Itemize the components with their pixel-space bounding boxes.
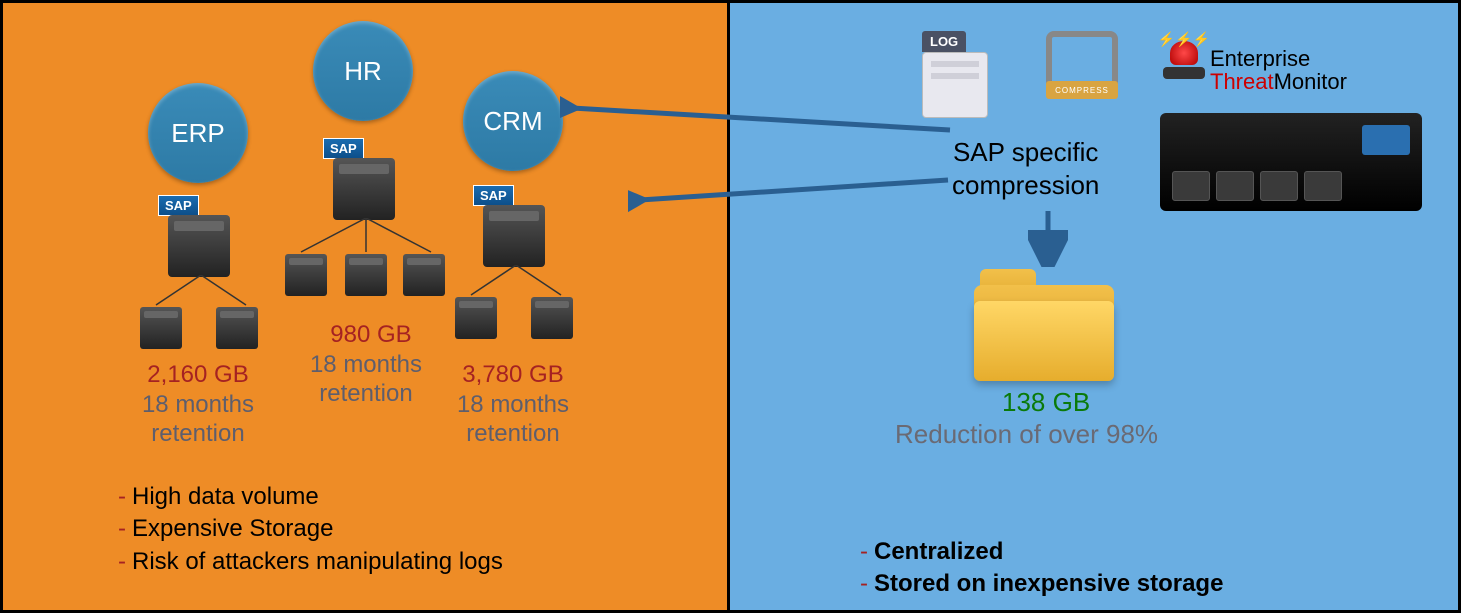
size-erp: 2,160 GB — [128, 361, 268, 389]
right-bullets: -Centralized -Stored on inexpensive stor… — [860, 536, 1223, 601]
server-icon — [483, 205, 545, 267]
server-small-icon — [345, 254, 387, 296]
right-bullet-1: -Centralized — [860, 536, 1223, 568]
server-small-icon — [140, 307, 182, 349]
server-small-icon — [531, 297, 573, 339]
server-small-icon — [216, 307, 258, 349]
left-bullet-3: -Risk of attackers manipulating logs — [118, 546, 503, 578]
circle-erp-label: ERP — [171, 118, 224, 149]
left-bullets: -High data volume -Expensive Storage -Ri… — [118, 481, 503, 578]
server-small-icon — [403, 254, 445, 296]
size-crm: 3,780 GB — [443, 361, 583, 389]
retention-erp: 18 monthsretention — [128, 391, 268, 449]
circle-hr: HR — [313, 21, 413, 121]
sap-badge-erp-text: SAP — [165, 198, 192, 213]
folder-icon — [974, 269, 1114, 381]
diagram-root: ERP SAP 2,160 GB 18 monthsretention HR S… — [0, 0, 1461, 613]
brand-logo: Enterprise ThreatMonitor — [1210, 47, 1347, 93]
brand-monitor: Monitor — [1274, 69, 1347, 94]
server-icon — [333, 158, 395, 220]
panel-right: LOG COMPRESS ⚡⚡⚡ Enterprise ThreatMonito… — [730, 0, 1461, 613]
log-badge: LOG — [922, 31, 966, 52]
panel-left: ERP SAP 2,160 GB 18 monthsretention HR S… — [0, 0, 730, 613]
log-file-icon: LOG — [922, 31, 994, 119]
server-stack-crm — [483, 205, 545, 267]
brand-threat: Threat — [1210, 69, 1274, 94]
sap-badge-crm-text: SAP — [480, 188, 507, 203]
result-text: Reduction of over 98% — [895, 419, 1158, 450]
log-page-icon — [922, 52, 988, 118]
server-small-icon — [285, 254, 327, 296]
sap-badge-crm: SAP — [473, 185, 514, 206]
brand-line1: Enterprise — [1210, 46, 1310, 71]
retention-crm: 18 monthsretention — [443, 391, 583, 449]
circle-crm: CRM — [463, 71, 563, 171]
sap-badge-erp: SAP — [158, 195, 199, 216]
server-icon — [168, 215, 230, 277]
server-stack-erp — [168, 215, 230, 277]
result-size: 138 GB — [1002, 387, 1090, 418]
compress-clamp-icon: COMPRESS — [1038, 31, 1126, 127]
sap-badge-hr-text: SAP — [330, 141, 357, 156]
left-bullet-2: -Expensive Storage — [118, 513, 503, 545]
down-arrow-icon — [1028, 211, 1068, 267]
red-alarm-light-icon: ⚡⚡⚡ — [1160, 33, 1208, 91]
size-hr: 980 GB — [301, 321, 441, 349]
circle-hr-label: HR — [344, 56, 382, 87]
left-bullet-1: -High data volume — [118, 481, 503, 513]
right-bullet-2: -Stored on inexpensive storage — [860, 568, 1223, 600]
sap-badge-hr: SAP — [323, 138, 364, 159]
compress-label: COMPRESS — [1046, 81, 1118, 99]
retention-hr: 18 monthsretention — [291, 351, 441, 409]
server-small-icon — [455, 297, 497, 339]
server-rack-icon — [1160, 113, 1422, 211]
server-stack-hr — [333, 158, 395, 220]
compression-text: SAP specificcompression — [952, 136, 1099, 201]
circle-crm-label: CRM — [483, 106, 542, 137]
circle-erp: ERP — [148, 83, 248, 183]
